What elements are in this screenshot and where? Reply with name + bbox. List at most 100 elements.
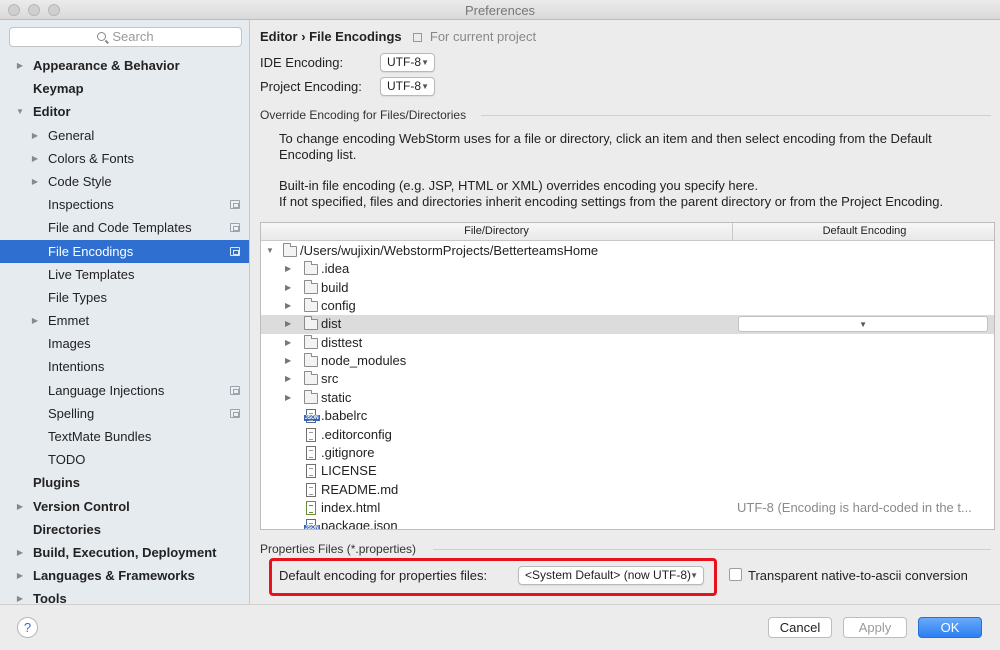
- encoding-value[interactable]: UTF-8 (Encoding is hard-coded in the t..…: [737, 499, 972, 517]
- chevron-right-icon[interactable]: ▶: [14, 564, 26, 587]
- chevron-right-icon[interactable]: ▶: [29, 124, 41, 147]
- table-row[interactable]: ▶ static: [261, 389, 994, 407]
- sidebar-item-keymap[interactable]: Keymap: [0, 77, 249, 100]
- sidebar-item-language-injections[interactable]: Language Injections: [0, 379, 249, 402]
- ok-button[interactable]: OK: [918, 617, 982, 638]
- chevron-right-icon[interactable]: ▶: [14, 541, 26, 564]
- breadcrumb: Editor › File Encodings For current proj…: [260, 29, 536, 44]
- column-header-file[interactable]: File/Directory: [261, 223, 733, 241]
- table-row[interactable]: index.html UTF-8 (Encoding is hard-coded …: [261, 499, 994, 517]
- description-line: If not specified, files and directories …: [279, 194, 944, 209]
- sidebar-item-label: General: [48, 127, 95, 143]
- apply-button[interactable]: Apply: [843, 617, 907, 638]
- chevron-right-icon[interactable]: ▶: [14, 495, 26, 518]
- column-header-encoding[interactable]: Default Encoding: [733, 223, 994, 241]
- search-input[interactable]: Search: [9, 27, 242, 47]
- sidebar-item-directories[interactable]: Directories: [0, 518, 249, 541]
- sidebar-item-inspections[interactable]: Inspections: [0, 193, 249, 216]
- properties-encoding-select[interactable]: <System Default> (now UTF-8) ▼: [518, 566, 704, 585]
- sidebar-item-emmet[interactable]: ▶ Emmet: [0, 309, 249, 332]
- sidebar-item-label: TextMate Bundles: [48, 429, 152, 444]
- chevron-right-icon[interactable]: ▶: [285, 260, 291, 278]
- table-row[interactable]: ▶ node_modules: [261, 352, 994, 370]
- table-row[interactable]: ▶ src: [261, 370, 994, 388]
- sidebar-item-file-and-code-templates[interactable]: File and Code Templates: [0, 216, 249, 239]
- file-icon: [306, 445, 316, 460]
- sidebar-item-plugins[interactable]: Plugins: [0, 471, 249, 494]
- sidebar-item-build-execution-deployment[interactable]: ▶ Build, Execution, Deployment: [0, 541, 249, 564]
- sidebar-item-label: Tools: [33, 591, 67, 604]
- transparent-conversion-checkbox[interactable]: [729, 568, 742, 581]
- sidebar-item-editor[interactable]: ▼ Editor: [0, 100, 249, 123]
- sidebar-item-label: File and Code Templates: [48, 220, 192, 236]
- folder-icon: [304, 298, 318, 313]
- sidebar-item-appearance-behavior[interactable]: ▶ Appearance & Behavior: [0, 54, 249, 77]
- dialog-footer: ? Cancel Apply OK: [0, 604, 1000, 650]
- table-row[interactable]: package.json: [261, 517, 994, 530]
- chevron-right-icon[interactable]: ▶: [285, 297, 291, 315]
- chevron-right-icon[interactable]: ▶: [285, 334, 291, 352]
- table-header: File/Directory Default Encoding: [261, 223, 994, 241]
- chevron-down-icon[interactable]: ▼: [266, 242, 274, 260]
- sidebar-item-colors-fonts[interactable]: ▶ Colors & Fonts: [0, 147, 249, 170]
- sidebar-item-textmate-bundles[interactable]: TextMate Bundles: [0, 425, 249, 448]
- file-name: build: [321, 279, 349, 295]
- table-row[interactable]: ▶ .idea: [261, 260, 994, 278]
- sidebar-item-languages-frameworks[interactable]: ▶ Languages & Frameworks: [0, 564, 249, 587]
- folder-icon: [304, 353, 318, 368]
- sidebar-item-file-types[interactable]: File Types: [0, 286, 249, 309]
- table-row[interactable]: .gitignore: [261, 444, 994, 462]
- chevron-down-icon: ▼: [690, 571, 698, 580]
- cancel-button[interactable]: Cancel: [768, 617, 832, 638]
- sidebar-item-code-style[interactable]: ▶ Code Style: [0, 170, 249, 193]
- sidebar-item-version-control[interactable]: ▶ Version Control: [0, 495, 249, 518]
- chevron-right-icon[interactable]: ▶: [29, 170, 41, 193]
- table-row[interactable]: ▶ build: [261, 279, 994, 297]
- ide-encoding-select[interactable]: UTF-8 ▼: [380, 53, 435, 72]
- transparent-conversion-label[interactable]: Transparent native-to-ascii conversion: [748, 568, 968, 583]
- sidebar-item-tools[interactable]: ▶ Tools: [0, 587, 249, 604]
- chevron-right-icon[interactable]: ▶: [29, 147, 41, 170]
- sidebar-item-label: Colors & Fonts: [48, 150, 134, 166]
- sidebar-item-images[interactable]: Images: [0, 332, 249, 355]
- description-line: Built-in file encoding (e.g. JSP, HTML o…: [279, 178, 759, 193]
- file-name: static: [321, 389, 352, 405]
- chevron-right-icon[interactable]: ▶: [285, 352, 291, 370]
- chevron-right-icon[interactable]: ▶: [14, 587, 26, 604]
- project-encoding-select[interactable]: UTF-8 ▼: [380, 77, 435, 96]
- folder-icon: [283, 243, 297, 257]
- settings-content: Editor › File Encodings For current proj…: [251, 20, 1000, 604]
- sidebar-item-label: Code Style: [48, 173, 112, 189]
- sidebar-item-live-templates[interactable]: Live Templates: [0, 263, 249, 286]
- chevron-down-icon: ▼: [421, 58, 429, 67]
- table-row[interactable]: .babelrc: [261, 407, 994, 425]
- table-row[interactable]: ▶ disttest: [261, 334, 994, 352]
- chevron-right-icon[interactable]: ▶: [285, 370, 291, 388]
- table-row[interactable]: .editorconfig: [261, 426, 994, 444]
- sidebar-item-intentions[interactable]: Intentions: [0, 355, 249, 378]
- file-name: package.json: [321, 518, 398, 530]
- project-scope-icon: [230, 223, 240, 233]
- chevron-right-icon[interactable]: ▶: [285, 279, 291, 297]
- chevron-right-icon[interactable]: ▶: [14, 54, 26, 77]
- sidebar-item-spelling[interactable]: Spelling: [0, 402, 249, 425]
- table-row[interactable]: LICENSE: [261, 462, 994, 480]
- sidebar-item-general[interactable]: ▶ General: [0, 124, 249, 147]
- sidebar-item-label: Build, Execution, Deployment: [33, 544, 217, 560]
- table-row[interactable]: ▼ /Users/wujixin/WebstormProjects/Bettert…: [261, 242, 994, 260]
- table-row[interactable]: README.md: [261, 481, 994, 499]
- chevron-right-icon[interactable]: ▶: [29, 309, 41, 332]
- file-name: .idea: [321, 261, 350, 277]
- help-button[interactable]: ?: [17, 617, 38, 638]
- table-row[interactable]: ▶ dist ▼: [261, 315, 994, 334]
- sidebar-item-file-encodings[interactable]: File Encodings: [0, 239, 249, 263]
- file-name: dist: [321, 316, 342, 332]
- sidebar-item-todo[interactable]: TODO: [0, 448, 249, 471]
- description-line: Encoding list.: [279, 147, 357, 162]
- chevron-down-icon[interactable]: ▼: [14, 100, 26, 123]
- file-name: disttest: [321, 334, 363, 350]
- chevron-right-icon[interactable]: ▶: [285, 389, 291, 407]
- encoding-cell-select[interactable]: ▼: [738, 316, 988, 333]
- table-row[interactable]: ▶ config: [261, 297, 994, 315]
- chevron-right-icon[interactable]: ▶: [285, 315, 291, 333]
